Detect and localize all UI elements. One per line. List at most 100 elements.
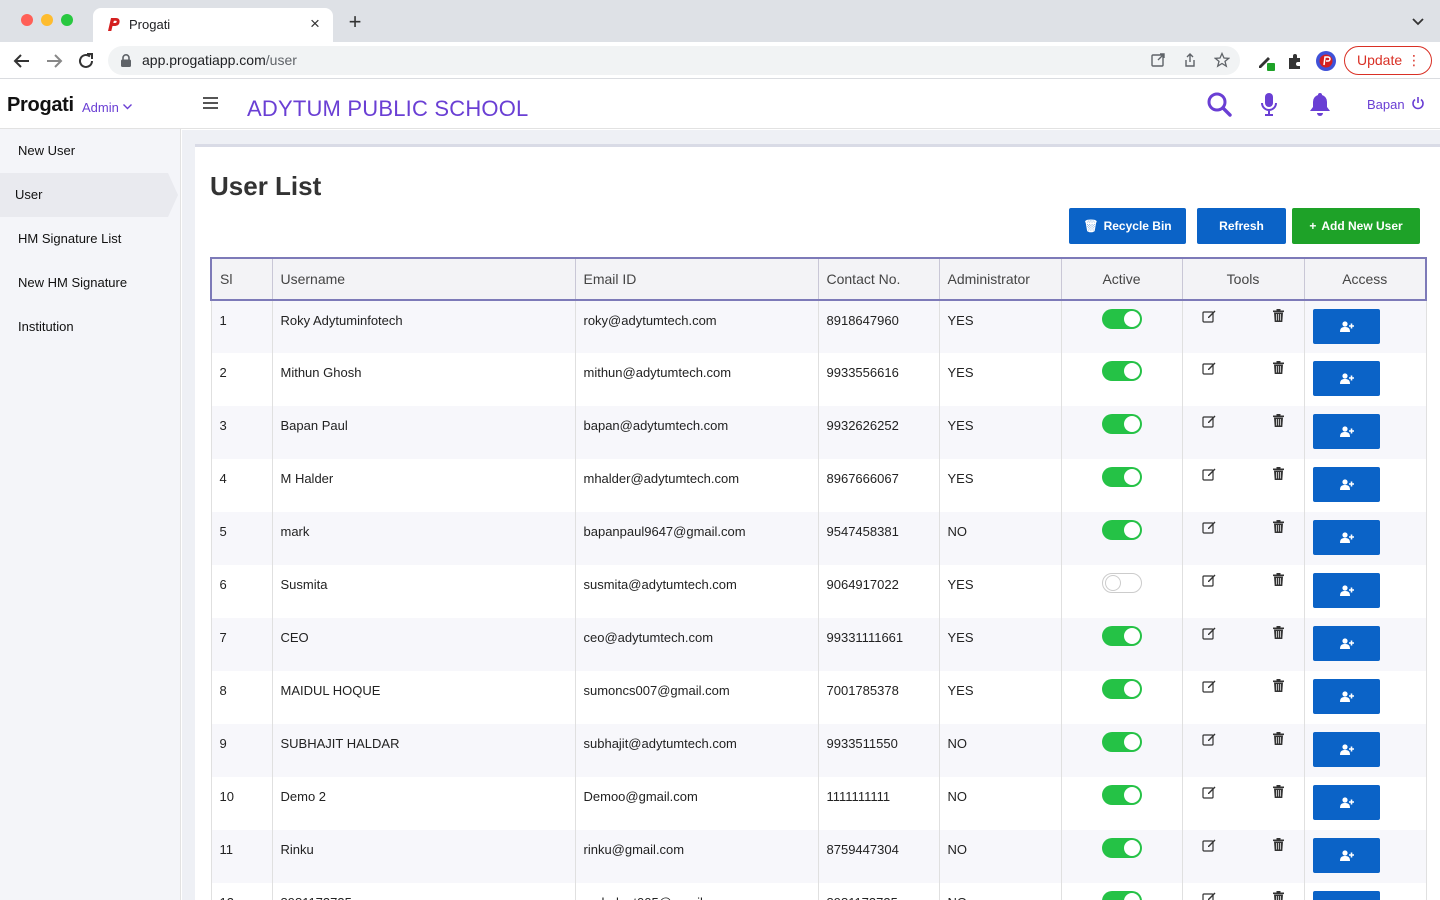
trash-icon[interactable] — [1272, 361, 1284, 374]
grant-access-button[interactable] — [1312, 467, 1380, 502]
power-icon[interactable] — [1411, 96, 1425, 110]
table-row: 10 Demo 2 Demoo@gmail.com 1111111111 NO — [210, 777, 1427, 830]
grant-access-button[interactable] — [1312, 679, 1380, 714]
cell-sl: 10 — [210, 777, 273, 830]
active-toggle[interactable] — [1101, 573, 1142, 593]
sidebar-item-institution[interactable]: Institution — [0, 305, 181, 349]
edit-icon[interactable] — [1201, 838, 1216, 852]
trash-icon[interactable] — [1272, 467, 1284, 480]
tab-title: Progati — [129, 17, 171, 32]
trash-icon[interactable] — [1272, 414, 1284, 427]
cell-tools — [1181, 512, 1305, 565]
sidebar-item-new-user[interactable]: New User — [0, 129, 181, 173]
trash-icon[interactable] — [1272, 838, 1284, 851]
share-icon[interactable] — [1182, 52, 1198, 68]
column-header-username[interactable]: Username — [271, 257, 576, 301]
user-plus-icon — [1339, 426, 1354, 437]
sidebar-item-hm-signature-list[interactable]: HM Signature List — [0, 217, 181, 261]
trash-icon[interactable] — [1272, 573, 1284, 586]
trash-icon[interactable] — [1272, 891, 1284, 900]
user-name[interactable]: Bapan — [1367, 97, 1405, 112]
cell-administrator: YES — [938, 671, 1062, 724]
edit-icon[interactable] — [1201, 520, 1216, 534]
active-toggle[interactable] — [1101, 891, 1142, 900]
column-header-sl[interactable]: Sl — [210, 257, 273, 301]
grant-access-button[interactable] — [1312, 414, 1380, 449]
edit-icon[interactable] — [1201, 732, 1216, 746]
browser-update-button[interactable]: Update ⋮ — [1344, 46, 1432, 75]
edit-icon[interactable] — [1201, 785, 1216, 799]
trash-icon[interactable] — [1272, 732, 1284, 745]
window-close-control[interactable] — [21, 14, 33, 26]
trash-icon[interactable] — [1272, 785, 1284, 798]
edit-icon[interactable] — [1201, 414, 1216, 428]
brand-logo-text[interactable]: Progati — [7, 94, 74, 117]
active-toggle[interactable] — [1101, 785, 1142, 805]
edit-icon[interactable] — [1201, 679, 1216, 693]
role-dropdown[interactable]: Admin — [82, 100, 119, 115]
column-header-email[interactable]: Email ID — [574, 257, 819, 301]
new-tab-icon[interactable]: + — [344, 11, 366, 34]
microphone-icon[interactable] — [1256, 91, 1282, 117]
active-toggle[interactable] — [1101, 467, 1142, 487]
window-minimize-control[interactable] — [41, 14, 53, 26]
forward-arrow-icon[interactable] — [43, 50, 65, 72]
column-header-administrator[interactable]: Administrator — [938, 257, 1062, 301]
grant-access-button[interactable] — [1312, 732, 1380, 767]
trash-icon[interactable] — [1272, 520, 1284, 533]
grant-access-button[interactable] — [1312, 573, 1380, 608]
bell-icon[interactable] — [1307, 91, 1333, 117]
active-toggle[interactable] — [1101, 309, 1142, 329]
active-toggle[interactable] — [1101, 838, 1142, 858]
trash-icon[interactable] — [1272, 679, 1284, 692]
more-menu-icon[interactable]: ⋮ — [1407, 47, 1421, 74]
toggle-knob — [1123, 628, 1140, 644]
tab-search-chevron-icon[interactable] — [1410, 13, 1426, 29]
grant-access-button[interactable] — [1312, 309, 1380, 344]
grant-access-button[interactable] — [1312, 361, 1380, 396]
trash-icon[interactable] — [1272, 626, 1284, 639]
active-toggle[interactable] — [1101, 520, 1142, 540]
active-toggle[interactable] — [1101, 626, 1142, 646]
grant-access-button[interactable] — [1312, 838, 1380, 873]
search-icon[interactable] — [1206, 91, 1232, 117]
sidebar-item-new-hm-signature[interactable]: New HM Signature — [0, 261, 181, 305]
browser-tab[interactable]: Progati × — [93, 8, 333, 42]
sidebar-item-user[interactable]: User — [0, 173, 178, 217]
bookmark-star-icon[interactable] — [1214, 52, 1230, 68]
grant-access-button[interactable] — [1312, 891, 1380, 900]
active-toggle[interactable] — [1101, 414, 1142, 434]
edit-icon[interactable] — [1201, 891, 1216, 900]
user-plus-icon — [1339, 321, 1354, 332]
edit-icon[interactable] — [1201, 467, 1216, 481]
grant-access-button[interactable] — [1312, 520, 1380, 555]
grant-access-button[interactable] — [1312, 785, 1380, 820]
reload-icon[interactable] — [75, 50, 97, 72]
refresh-button[interactable]: Refresh — [1197, 208, 1286, 244]
back-arrow-icon[interactable] — [11, 50, 33, 72]
open-external-icon[interactable] — [1150, 52, 1166, 68]
trash-icon[interactable] — [1272, 309, 1284, 322]
tab-close-icon[interactable]: × — [305, 14, 325, 34]
window-maximize-control[interactable] — [61, 14, 73, 26]
profile-avatar-icon[interactable] — [1316, 51, 1336, 71]
edit-icon[interactable] — [1201, 309, 1216, 323]
active-toggle[interactable] — [1101, 361, 1142, 381]
edit-icon[interactable] — [1201, 573, 1216, 587]
grant-access-button[interactable] — [1312, 626, 1380, 661]
extension-pen-icon[interactable] — [1256, 51, 1276, 71]
active-toggle[interactable] — [1101, 679, 1142, 699]
address-bar[interactable]: app.progatiapp.com/user — [108, 46, 1240, 75]
recycle-bin-button[interactable]: 🗑 Recycle Bin — [1069, 208, 1186, 244]
edit-icon[interactable] — [1201, 361, 1216, 375]
menu-toggle-icon[interactable] — [203, 97, 218, 110]
cell-tools — [1181, 830, 1305, 883]
chevron-down-icon[interactable] — [122, 101, 133, 112]
column-header-contact[interactable]: Contact No. — [817, 257, 940, 301]
cell-active — [1060, 300, 1183, 353]
edit-icon[interactable] — [1201, 626, 1216, 640]
active-toggle[interactable] — [1101, 732, 1142, 752]
column-header-active[interactable]: Active — [1060, 257, 1183, 301]
extensions-puzzle-icon[interactable] — [1285, 51, 1305, 71]
add-new-user-button[interactable]: + Add New User — [1292, 208, 1420, 244]
